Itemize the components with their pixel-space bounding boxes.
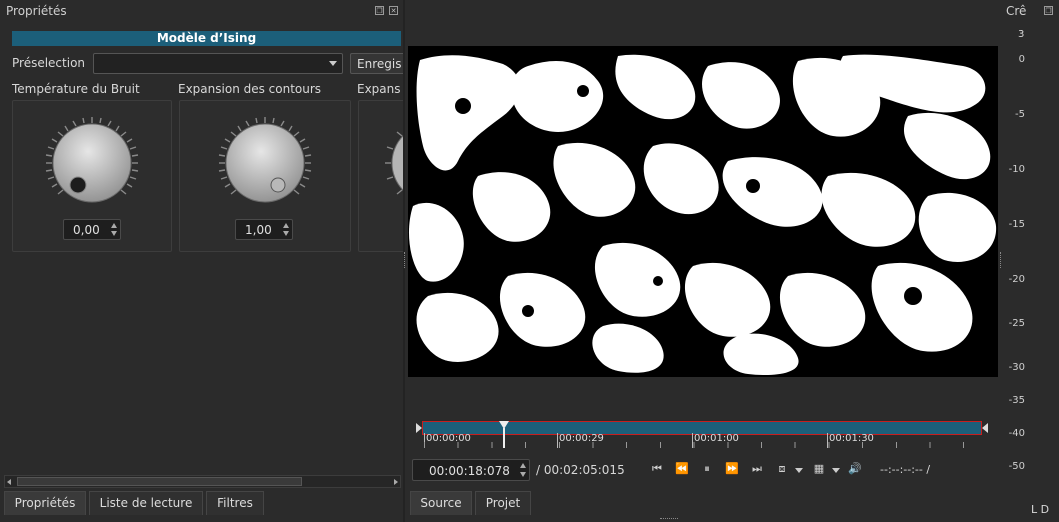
timeline-ruler[interactable]: 00:00:00 00:00:29 00:01:00 00:01:30 — [416, 420, 988, 450]
float-panel-icon[interactable]: ❐ — [375, 6, 384, 15]
bottom-splitter-handle[interactable] — [660, 518, 678, 521]
video-viewer[interactable] — [408, 46, 998, 377]
total-duration: / 00:02:05:015 — [536, 463, 625, 477]
param-label-third: Expans — [357, 82, 401, 96]
pause-icon[interactable]: ⏸ — [699, 462, 715, 476]
meter-scale-6: -30 — [1008, 362, 1025, 373]
meter-scale-9: -50 — [1008, 461, 1025, 472]
zoom-dropdown-icon[interactable] — [795, 468, 803, 473]
spin-down-icon[interactable] — [111, 231, 117, 236]
border-growth-value: 1,00 — [245, 223, 272, 237]
param-label-noise-temperature: Température du Bruit — [12, 82, 140, 96]
current-time-value: 00:00:18:078 — [429, 464, 510, 478]
scroll-right-icon[interactable] — [394, 479, 398, 485]
ising-model-frame — [408, 54, 997, 376]
right-splitter-handle[interactable] — [1000, 252, 1003, 268]
meter-scale-7: -35 — [1008, 395, 1025, 406]
out-marker-icon[interactable] — [982, 423, 988, 433]
preset-combobox[interactable] — [93, 53, 343, 74]
param-group-noise-temperature: 0,00 — [12, 100, 172, 252]
grid-icon[interactable]: ▦ — [811, 462, 827, 475]
spin-down-icon[interactable] — [520, 472, 526, 477]
save-preset-button[interactable]: Enregis — [350, 53, 405, 74]
spin-down-icon[interactable] — [283, 231, 289, 236]
spin-up-icon[interactable] — [111, 223, 117, 228]
meter-scale-8: -40 — [1008, 428, 1025, 439]
param-group-third — [358, 100, 405, 252]
meter-panel-title: Crê — [1006, 4, 1027, 18]
meter-channels: L D — [1031, 503, 1050, 516]
close-panel-icon[interactable]: ✕ — [389, 6, 398, 15]
grid-dropdown-icon[interactable] — [832, 468, 840, 473]
dial-noise-temperature[interactable] — [40, 111, 144, 215]
tab-source[interactable]: Source — [410, 491, 472, 515]
meter-scale-0: 0 — [1018, 54, 1025, 65]
save-preset-label: Enregis — [357, 57, 402, 71]
tab-filters[interactable]: Filtres — [206, 491, 264, 515]
meter-scale-4: -20 — [1008, 274, 1025, 285]
dial-third[interactable] — [379, 111, 405, 215]
spin-up-icon[interactable] — [520, 463, 526, 468]
meter-scale-2: -10 — [1008, 164, 1025, 175]
skip-to-start-icon[interactable]: ⏮ — [649, 462, 665, 476]
scroll-left-icon[interactable] — [7, 479, 11, 485]
meter-peak: 3 — [1018, 29, 1025, 40]
meter-scale-3: -15 — [1008, 219, 1025, 230]
current-time-spinbox[interactable]: 00:00:18:078 — [412, 459, 530, 481]
param-group-border-growth: 1,00 — [179, 100, 351, 252]
preset-label: Préselection — [12, 56, 86, 70]
minor-ticks — [424, 442, 980, 448]
zoom-icon[interactable]: ⧈ — [774, 462, 790, 476]
volume-icon[interactable]: 🔊 — [847, 462, 863, 475]
splitter-handle[interactable] — [404, 252, 407, 268]
meter-scale-1: -5 — [1015, 109, 1025, 120]
skip-to-end-icon[interactable]: ⏭ — [749, 462, 765, 476]
in-out-duration: --:--:--:-- / — [880, 463, 931, 476]
noise-temperature-spinbox[interactable]: 0,00 — [63, 219, 121, 240]
tab-playlist[interactable]: Liste de lecture — [89, 491, 203, 515]
chevron-down-icon — [329, 61, 337, 66]
spin-up-icon[interactable] — [283, 223, 289, 228]
rewind-icon[interactable]: ⏪ — [674, 462, 690, 475]
dial-border-growth[interactable] — [213, 111, 317, 215]
properties-hscrollbar[interactable] — [4, 475, 401, 488]
float-meter-icon[interactable]: ❐ — [1044, 6, 1053, 15]
param-label-border-growth: Expansion des contours — [178, 82, 322, 96]
tab-project[interactable]: Projet — [475, 491, 531, 515]
filter-title-bar: Modèle d’Ising — [12, 31, 401, 46]
meter-scale-5: -25 — [1008, 318, 1025, 329]
properties-panel-title: Propriétés — [6, 4, 67, 18]
border-growth-spinbox[interactable]: 1,00 — [235, 219, 293, 240]
fast-forward-icon[interactable]: ⏩ — [724, 462, 740, 475]
tab-properties[interactable]: Propriétés — [4, 491, 86, 515]
noise-temperature-value: 0,00 — [73, 223, 100, 237]
scrollbar-thumb[interactable] — [17, 477, 302, 486]
